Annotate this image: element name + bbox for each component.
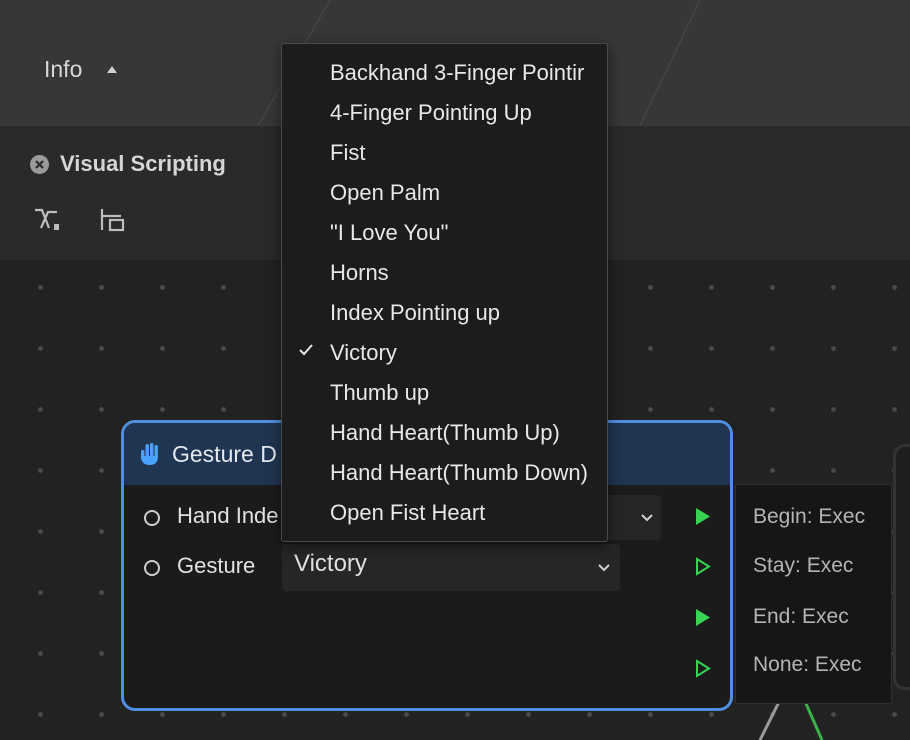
menu-item-label: "I Love You" bbox=[330, 220, 449, 245]
menu-item-label: Backhand 3-Finger Pointir bbox=[330, 60, 585, 85]
gesture-input-port[interactable] bbox=[144, 560, 160, 576]
caret-up-icon[interactable] bbox=[107, 66, 117, 73]
menu-item[interactable]: Backhand 3-Finger Pointir bbox=[282, 44, 607, 85]
menu-item[interactable]: Horns bbox=[282, 244, 607, 285]
menu-item-label: Index Pointing up bbox=[330, 300, 501, 325]
hand-index-input-port[interactable] bbox=[144, 510, 160, 526]
menu-item[interactable]: Index Pointing up bbox=[282, 284, 607, 325]
visual-scripting-window: Info Visual Scripting Gesture D Hand Ind… bbox=[0, 0, 910, 740]
menu-item-label: Open Fist Heart bbox=[330, 500, 486, 525]
menu-item-label: Thumb up bbox=[330, 380, 430, 405]
menu-item[interactable]: 4-Finger Pointing Up bbox=[282, 84, 607, 125]
menu-item[interactable]: Thumb up bbox=[282, 364, 607, 405]
info-menu-label[interactable]: Info bbox=[44, 56, 82, 83]
exec-output-panel: Begin: Exec Stay: Exec End: Exec None: E… bbox=[735, 484, 892, 704]
hand-icon bbox=[141, 443, 158, 465]
menu-item-selected[interactable]: Victory bbox=[282, 324, 607, 365]
stay-exec-label: Stay: Exec bbox=[753, 554, 854, 577]
end-exec-label: End: Exec bbox=[753, 605, 849, 628]
menu-item-label: Fist bbox=[330, 140, 366, 165]
menu-item-label: 4-Finger Pointing Up bbox=[330, 100, 532, 125]
check-icon bbox=[299, 344, 313, 356]
panel-title: Visual Scripting bbox=[60, 151, 226, 176]
hand-index-label: Hand Inde bbox=[177, 503, 279, 528]
menu-item-label: Open Palm bbox=[330, 180, 441, 205]
begin-exec-label: Begin: Exec bbox=[753, 505, 866, 528]
menu-item[interactable]: Open Palm bbox=[282, 164, 607, 205]
stay-exec-port-icon[interactable] bbox=[695, 557, 711, 576]
chevron-down-icon bbox=[641, 514, 653, 522]
none-exec-label: None: Exec bbox=[753, 653, 862, 676]
menu-item-label: Hand Heart(Thumb Up) bbox=[330, 420, 560, 445]
frame-tool-icon[interactable] bbox=[99, 206, 127, 234]
menu-item[interactable]: Open Fist Heart bbox=[282, 484, 607, 525]
menu-item[interactable]: Hand Heart(Thumb Up) bbox=[282, 404, 607, 445]
menu-item[interactable]: Fist bbox=[282, 124, 607, 165]
gesture-dropdown-menu[interactable]: Backhand 3-Finger Pointir 4-Finger Point… bbox=[281, 43, 608, 542]
menu-item-label: Victory bbox=[330, 340, 397, 365]
adjacent-node[interactable] bbox=[893, 444, 910, 690]
connector-tool-icon[interactable] bbox=[33, 206, 63, 234]
hand-index-select[interactable] bbox=[604, 495, 661, 540]
chevron-down-icon bbox=[598, 564, 610, 572]
menu-item-label: Horns bbox=[330, 260, 389, 285]
close-icon[interactable] bbox=[30, 155, 49, 174]
menu-item-label: Hand Heart(Thumb Down) bbox=[330, 460, 588, 485]
gesture-label: Gesture bbox=[177, 553, 256, 578]
begin-exec-port-icon[interactable] bbox=[695, 507, 711, 526]
gesture-select[interactable]: Victory bbox=[282, 544, 620, 591]
none-exec-port-icon[interactable] bbox=[695, 659, 711, 678]
end-exec-port-icon[interactable] bbox=[695, 608, 711, 627]
node-title: Gesture D bbox=[172, 441, 277, 467]
menu-item[interactable]: Hand Heart(Thumb Down) bbox=[282, 444, 607, 485]
menu-item[interactable]: "I Love You" bbox=[282, 204, 607, 245]
gesture-select-value: Victory bbox=[294, 550, 367, 577]
